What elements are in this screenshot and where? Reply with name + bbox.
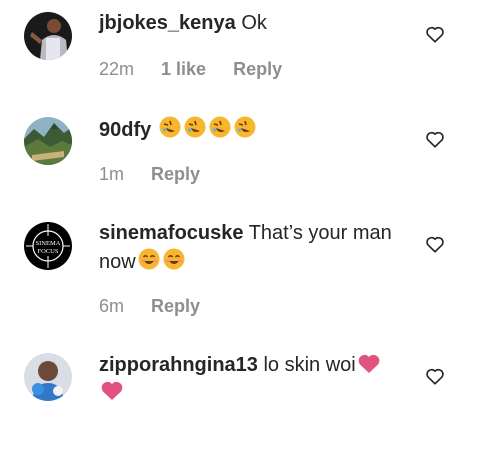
reply-button[interactable]: Reply xyxy=(233,59,282,79)
comment-text: sinemafocuske That’s your man now xyxy=(99,220,404,276)
comment-username[interactable]: 90dfy xyxy=(99,119,151,141)
reply-button[interactable]: Reply xyxy=(151,296,200,316)
comment-text: 90dfy xyxy=(99,115,404,144)
avatar-logo-text: SINEMA xyxy=(36,240,61,247)
like-heart-icon[interactable] xyxy=(425,130,445,148)
comment-likes[interactable]: 1 like xyxy=(161,59,206,79)
reply-button[interactable]: Reply xyxy=(151,164,200,184)
svg-text:FOCUS: FOCUS xyxy=(38,248,59,255)
comment-body: Ok xyxy=(241,12,267,34)
like-heart-icon[interactable] xyxy=(425,25,445,43)
comment-username[interactable]: sinemafocuske xyxy=(99,222,244,244)
avatar[interactable]: SINEMA FOCUS xyxy=(24,222,72,270)
like-heart-icon[interactable] xyxy=(425,367,445,385)
pink-heart-emoji xyxy=(358,354,380,373)
smiling-emoji xyxy=(136,248,186,273)
comment-body: lo skin woi xyxy=(263,354,356,376)
comment-text: zipporahngina13 lo skin woi xyxy=(99,352,404,406)
comment-text: jbjokes_kenya Ok xyxy=(99,10,404,37)
like-heart-icon[interactable] xyxy=(425,235,445,253)
avatar[interactable] xyxy=(24,12,72,60)
comment-meta: 1m Reply xyxy=(99,164,222,185)
comment-time: 1m xyxy=(99,164,125,184)
comment-time: 22m xyxy=(99,59,135,79)
rofl-emoji xyxy=(157,116,257,141)
comment-username[interactable]: jbjokes_kenya xyxy=(99,12,236,34)
pink-heart-emoji xyxy=(101,381,123,400)
comment-time: 6m xyxy=(99,296,125,316)
comment-meta: 6m Reply xyxy=(99,296,222,317)
comment-username[interactable]: zipporahngina13 xyxy=(99,354,258,376)
avatar[interactable] xyxy=(24,353,72,401)
avatar[interactable] xyxy=(24,117,72,165)
comment-meta: 22m 1 like Reply xyxy=(99,59,304,80)
